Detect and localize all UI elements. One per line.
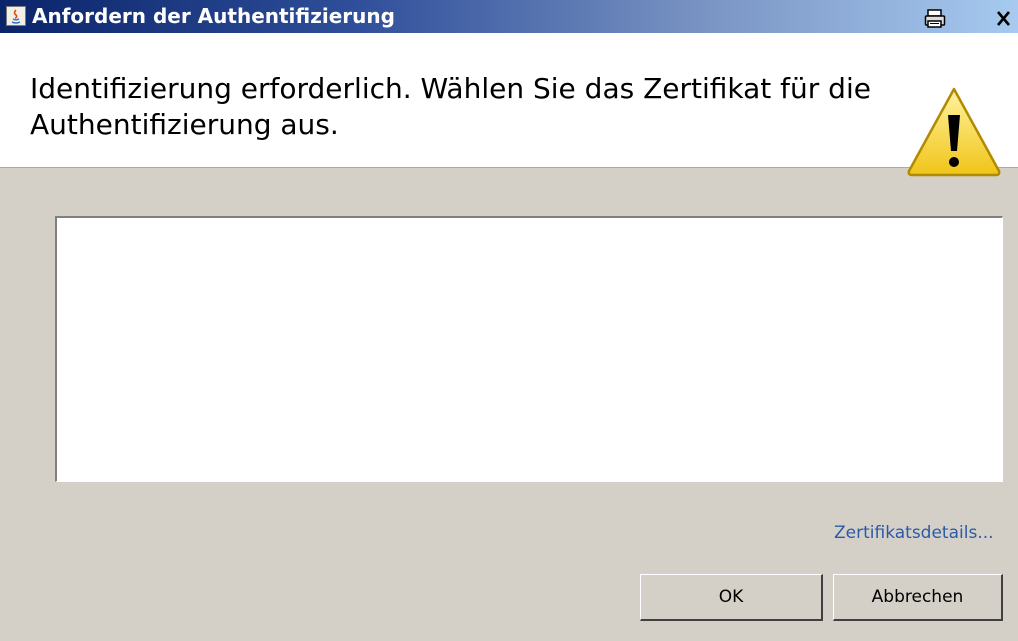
warning-icon <box>904 83 1004 179</box>
certificate-list[interactable] <box>55 216 1003 482</box>
close-icon[interactable] <box>993 9 1015 29</box>
print-icon[interactable] <box>924 9 946 29</box>
dialog-header: Identifizierung erforderlich. Wählen Sie… <box>0 33 1018 177</box>
window-title: Anfordern der Authentifizierung <box>32 4 395 28</box>
cancel-button[interactable]: Abbrechen <box>833 574 1003 621</box>
title-bar[interactable]: Anfordern der Authentifizierung <box>0 0 1018 33</box>
prompt-message: Identifizierung erforderlich. Wählen Sie… <box>30 72 871 141</box>
ok-button[interactable]: OK <box>640 574 823 621</box>
java-icon <box>6 6 26 26</box>
certificate-details-link[interactable]: Zertifikatsdetails... <box>834 523 994 543</box>
